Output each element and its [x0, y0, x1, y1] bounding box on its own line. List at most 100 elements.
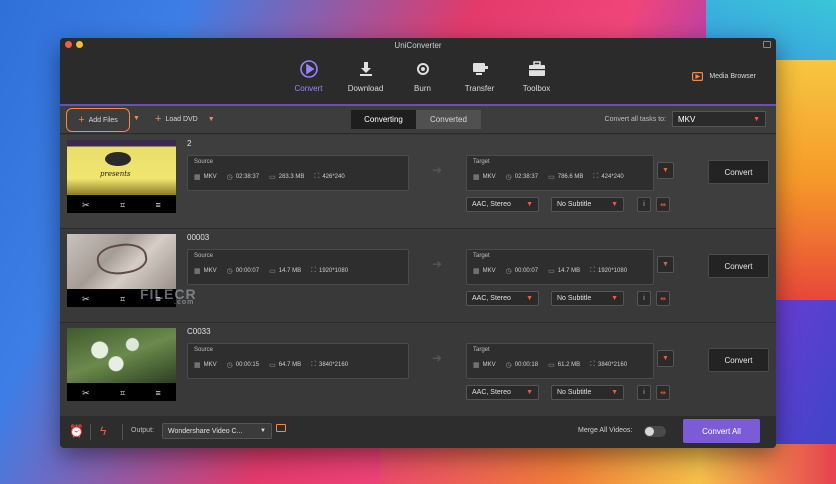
file-name: 00003	[187, 233, 210, 242]
convert-all-to: Convert all tasks to: MKV ▼	[605, 111, 766, 127]
clock-icon: ◷	[505, 174, 512, 181]
toggle-knob	[645, 427, 654, 436]
video-thumbnail[interactable]: ✂ ⌗ ≡	[67, 328, 176, 401]
subtitle-select[interactable]: No Subtitle ▼	[551, 291, 624, 306]
folder-icon: ▭	[548, 174, 555, 181]
target-size: 61.2 MB	[557, 362, 581, 368]
info-button[interactable]: i	[637, 385, 651, 400]
info-button[interactable]: i	[637, 291, 651, 306]
target-info[interactable]: Target ▦ MKV ◷ 00:00:07 ▭ 14.7 MB ⛶ 1920*108…	[466, 249, 654, 285]
crop-icon[interactable]: ⌗	[120, 388, 125, 399]
open-folder-icon[interactable]	[276, 424, 286, 432]
transfer-icon	[451, 58, 508, 80]
split-button[interactable]: ⇹	[656, 291, 670, 306]
divider	[122, 424, 123, 440]
feedback-icon[interactable]	[763, 41, 771, 48]
convert-all-button[interactable]: Convert All	[683, 419, 760, 443]
footer-bar: ⏰ ϟ Output: Wondershare Video C... ▼ Mer…	[60, 416, 776, 448]
format-icon: ▦	[473, 268, 480, 275]
trim-icon[interactable]: ✂	[82, 294, 90, 305]
file-list: presents ✂ ⌗ ≡ 2 Source ▦ MKV ◷ 02:38:37 ▭…	[60, 135, 776, 417]
chevron-down-icon: ▼	[611, 201, 618, 208]
subtitle-select[interactable]: No Subtitle ▼	[551, 385, 624, 400]
target-format: MKV	[482, 174, 496, 180]
source-duration: 02:38:37	[235, 174, 260, 180]
audio-select[interactable]: AAC, Stereo ▼	[466, 385, 539, 400]
split-button[interactable]: ⇹	[656, 385, 670, 400]
target-format-dropdown[interactable]: ▼	[657, 162, 674, 179]
resolution-icon: ⛶	[311, 267, 316, 274]
target-format-dropdown[interactable]: ▼	[657, 256, 674, 273]
source-size: 283.3 MB	[278, 174, 305, 180]
file-row: ✂ ⌗ ≡ C0033 Source ▦ MKV ◷ 00:00:15 ▭ 64.7 …	[60, 323, 776, 417]
format-icon: ▦	[194, 362, 201, 369]
media-browser-button[interactable]: Media Browser	[692, 72, 756, 81]
source-duration: 00:00:07	[235, 268, 260, 274]
audio-value: AAC, Stereo	[472, 295, 511, 302]
source-label: Source	[194, 159, 214, 165]
tab-transfer[interactable]: Transfer	[451, 58, 508, 93]
split-button[interactable]: ⇹	[656, 197, 670, 212]
add-files-dropdown-icon[interactable]: ▼	[133, 115, 140, 122]
crop-icon[interactable]: ⌗	[120, 200, 125, 211]
arrow-right-icon: ➜	[432, 351, 443, 365]
clock-icon: ◷	[505, 268, 512, 275]
info-button[interactable]: i	[637, 197, 651, 212]
close-button[interactable]	[65, 41, 72, 48]
download-icon	[337, 58, 394, 80]
source-format: MKV	[203, 362, 217, 368]
tab-converted[interactable]: Converted	[416, 110, 481, 129]
target-info[interactable]: Target ▦ MKV ◷ 02:38:37 ▭ 786.6 MB ⛶ 424*240	[466, 155, 654, 191]
effects-icon[interactable]: ≡	[156, 200, 161, 210]
add-files-label: Add Files	[88, 116, 118, 124]
merge-all-toggle[interactable]	[644, 426, 666, 437]
tab-label: Download	[347, 84, 384, 93]
subtitle-select[interactable]: No Subtitle ▼	[551, 197, 624, 212]
audio-value: AAC, Stereo	[472, 201, 511, 208]
burn-icon	[394, 58, 451, 80]
add-files-button[interactable]: + Add Files	[66, 108, 130, 132]
target-label: Target	[473, 253, 490, 259]
load-dvd-dropdown-icon[interactable]: ▼	[208, 116, 215, 123]
audio-select[interactable]: AAC, Stereo ▼	[466, 291, 539, 306]
output-folder-select[interactable]: Wondershare Video C... ▼	[162, 423, 272, 439]
tab-burn[interactable]: Burn	[394, 58, 451, 93]
thumbnail-logo	[105, 152, 131, 166]
target-format-dropdown[interactable]: ▼	[657, 350, 674, 367]
info-icon: i	[643, 389, 645, 396]
convert-button[interactable]: Convert	[708, 254, 769, 278]
arrow-right-icon: ➜	[432, 163, 443, 177]
tab-converting[interactable]: Converting	[351, 110, 416, 129]
subtitle-value: No Subtitle	[557, 389, 592, 396]
output-format-select[interactable]: MKV ▼	[672, 111, 766, 127]
crop-icon[interactable]: ⌗	[120, 294, 125, 305]
source-format: MKV	[203, 174, 217, 180]
split-icon: ⇹	[660, 295, 666, 303]
thumbnail-image	[67, 328, 176, 383]
load-dvd-button[interactable]: + Load DVD ▼	[155, 114, 215, 125]
target-info[interactable]: Target ▦ MKV ◷ 00:00:18 ▭ 61.2 MB ⛶ 3840*216…	[466, 343, 654, 379]
target-duration: 00:00:18	[514, 362, 539, 368]
tab-download[interactable]: Download	[337, 58, 394, 93]
folder-icon: ▭	[548, 362, 555, 369]
convert-button[interactable]: Convert	[708, 348, 769, 372]
audio-value: AAC, Stereo	[472, 389, 511, 396]
output-folder-value: Wondershare Video C...	[168, 427, 243, 435]
trim-icon[interactable]: ✂	[82, 200, 90, 211]
effects-icon[interactable]: ≡	[156, 388, 161, 398]
tab-toolbox[interactable]: Toolbox	[508, 58, 565, 93]
trim-icon[interactable]: ✂	[82, 388, 90, 399]
window-controls	[65, 41, 83, 48]
lightning-icon[interactable]: ϟ	[100, 424, 106, 438]
convert-button[interactable]: Convert	[708, 160, 769, 184]
audio-select[interactable]: AAC, Stereo ▼	[466, 197, 539, 212]
video-thumbnail[interactable]: presents ✂ ⌗ ≡	[67, 140, 176, 213]
divider	[90, 424, 91, 440]
tab-convert[interactable]: Convert	[280, 58, 337, 93]
tab-label: Toolbox	[522, 84, 551, 93]
chevron-down-icon: ▼	[662, 355, 669, 362]
folder-icon: ▭	[269, 362, 276, 369]
file-name: C0033	[187, 327, 211, 336]
alarm-clock-icon[interactable]: ⏰	[69, 424, 84, 438]
minimize-button[interactable]	[76, 41, 83, 48]
